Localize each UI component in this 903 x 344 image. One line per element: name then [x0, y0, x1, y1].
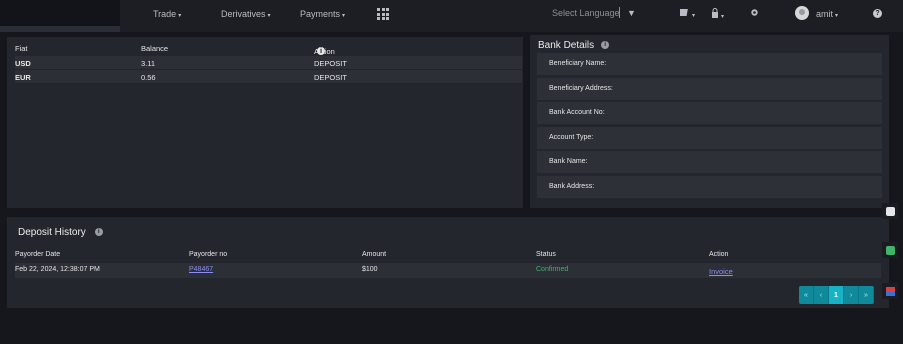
wallet-icon[interactable]: ▾	[678, 8, 695, 19]
fiat-table-header: Fiat Balance Actioni	[15, 41, 522, 56]
deposit-button[interactable]: DEPOSIT	[314, 59, 347, 68]
fiat-currency: EUR	[15, 73, 31, 82]
column-header-status: Status	[536, 251, 556, 258]
fiat-table: Fiat Balance Actioni USD 3.11 DEPOSIT EU…	[15, 41, 522, 84]
fiat-currency: USD	[15, 59, 31, 68]
caret-down-icon: ▾	[178, 13, 182, 19]
logo-area[interactable]	[0, 0, 120, 32]
nav-payments[interactable]: Payments ▾	[300, 9, 345, 19]
deposit-history-title: Deposit History i	[18, 227, 103, 238]
user-menu[interactable]: amit ▾	[816, 9, 838, 19]
column-header-fiat: Fiat	[15, 44, 28, 53]
nav-trade[interactable]: Trade ▾	[153, 9, 181, 19]
share-icon[interactable]	[882, 203, 898, 219]
table-row: Feb 22, 2024, 12:38:07 PM P48467 $100 Co…	[15, 263, 881, 278]
last-page-button[interactable]: »	[859, 286, 874, 304]
chat-icon[interactable]	[882, 242, 898, 258]
invoice-link[interactable]: Invoice	[709, 267, 733, 276]
info-icon[interactable]: i	[601, 41, 610, 50]
status-badge: Confirmed	[536, 266, 569, 273]
deposit-button[interactable]: DEPOSIT	[314, 73, 347, 82]
account-type-field: Account Type:	[537, 127, 882, 149]
deposit-history-panel: Deposit History i Payorder Date Payorder …	[7, 217, 889, 308]
fiat-balance-panel: Fiat Balance Actioni USD 3.11 DEPOSIT EU…	[7, 37, 523, 208]
column-header-payorder-no: Payorder no	[189, 251, 228, 258]
history-table-header: Payorder Date Payorder no Amount Status …	[15, 248, 881, 262]
beneficiary-address-field: Beneficiary Address:	[537, 78, 882, 100]
caret-down-icon: ▾	[342, 13, 346, 19]
language-select[interactable]: Select Language	[552, 8, 620, 18]
pagination: « ‹ 1 › »	[799, 286, 874, 304]
logo-underline	[0, 26, 120, 32]
lock-icon[interactable]: ▾	[711, 8, 724, 20]
bank-details-panel: Bank Details i Beneficiary Name: Benefici…	[530, 35, 889, 208]
top-navbar: Trade ▾ Derivatives ▾ Payments ▾ Select Lan…	[0, 0, 903, 32]
triangle-down-icon[interactable]: ▼	[627, 8, 636, 18]
column-header-action: Action	[709, 251, 729, 258]
caret-down-icon: ▾	[267, 13, 271, 19]
next-page-button[interactable]: ›	[844, 286, 859, 304]
column-header-date: Payorder Date	[15, 251, 61, 258]
column-header-amount: Amount	[362, 251, 387, 258]
page-1-button[interactable]: 1	[829, 286, 844, 304]
caret-down-icon: ▾	[835, 13, 839, 19]
gear-icon[interactable]	[750, 8, 759, 19]
bank-account-no-field: Bank Account No:	[537, 102, 882, 124]
nav-derivatives[interactable]: Derivatives ▾	[221, 9, 271, 19]
table-row: EUR 0.56 DEPOSIT	[15, 70, 522, 84]
bank-address-field: Bank Address:	[537, 176, 882, 198]
first-page-button[interactable]: «	[799, 286, 814, 304]
bank-name-field: Bank Name:	[537, 151, 882, 173]
payorder-no-link[interactable]: P48467	[189, 266, 213, 273]
table-row: USD 3.11 DEPOSIT	[15, 56, 522, 70]
payorder-date: Feb 22, 2024, 12:38:07 PM	[15, 266, 100, 273]
avatar[interactable]	[795, 6, 809, 20]
prev-page-button[interactable]: ‹	[814, 286, 829, 304]
bank-details-title: Bank Details i	[538, 40, 610, 51]
amount: $100	[362, 266, 378, 273]
fiat-balance: 3.11	[141, 59, 156, 68]
beneficiary-name-field: Beneficiary Name:	[537, 53, 882, 75]
info-icon[interactable]: i	[94, 228, 103, 237]
apps-grid-icon[interactable]	[377, 8, 389, 20]
language-divider	[619, 7, 620, 18]
fiat-balance: 0.56	[141, 73, 156, 82]
flag-icon[interactable]	[882, 283, 898, 299]
info-icon[interactable]: i	[317, 47, 325, 55]
column-header-balance: Balance	[141, 44, 169, 53]
help-icon[interactable]: ?	[873, 9, 882, 18]
